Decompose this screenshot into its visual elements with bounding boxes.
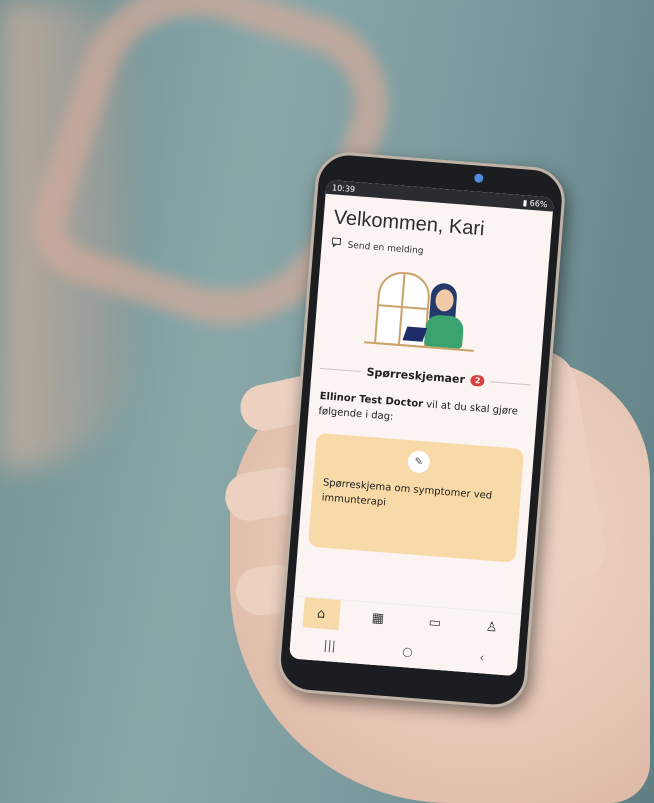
section-title: Spørreskjemaer bbox=[366, 365, 466, 387]
tab-profile[interactable]: ♙ bbox=[472, 611, 510, 644]
tab-calendar[interactable]: ▦ bbox=[359, 602, 397, 635]
divider bbox=[490, 381, 532, 386]
status-time: 10:39 bbox=[331, 182, 356, 194]
recents-button[interactable]: ||| bbox=[323, 638, 336, 653]
status-battery: ▮ 66% bbox=[522, 197, 548, 209]
questionnaire-title: Spørreskjema om symptomer ved immunterap… bbox=[321, 477, 493, 509]
calendar-icon: ▦ bbox=[371, 610, 385, 627]
send-message-label: Send en melding bbox=[347, 240, 424, 257]
front-camera bbox=[473, 173, 484, 184]
home-button[interactable]: ○ bbox=[402, 644, 414, 659]
home-icon: ⌂ bbox=[316, 605, 326, 622]
doctor-info-text: Ellinor Test Doctor vil at du skal gjøre… bbox=[318, 389, 528, 435]
profile-icon: ♙ bbox=[485, 619, 499, 636]
tab-messages[interactable]: ▭ bbox=[416, 606, 454, 639]
smartphone: 10:39 ▮ 66% Velkommen, Kari Send en meld… bbox=[275, 150, 568, 710]
welcome-illustration bbox=[313, 258, 548, 372]
questionnaire-card[interactable]: ✎ Spørreskjema om symptomer ved immunter… bbox=[307, 432, 525, 563]
person-body bbox=[423, 314, 465, 349]
messages-icon: ▭ bbox=[428, 614, 442, 631]
phone-screen: 10:39 ▮ 66% Velkommen, Kari Send en meld… bbox=[289, 179, 554, 677]
count-badge: 2 bbox=[470, 374, 485, 387]
status-bar: 10:39 ▮ 66% bbox=[325, 179, 554, 212]
divider bbox=[319, 367, 361, 373]
back-button[interactable]: ‹ bbox=[479, 650, 485, 664]
chat-icon bbox=[331, 237, 343, 251]
tab-home[interactable]: ⌂ bbox=[302, 597, 341, 631]
pencil-icon: ✎ bbox=[407, 450, 431, 474]
